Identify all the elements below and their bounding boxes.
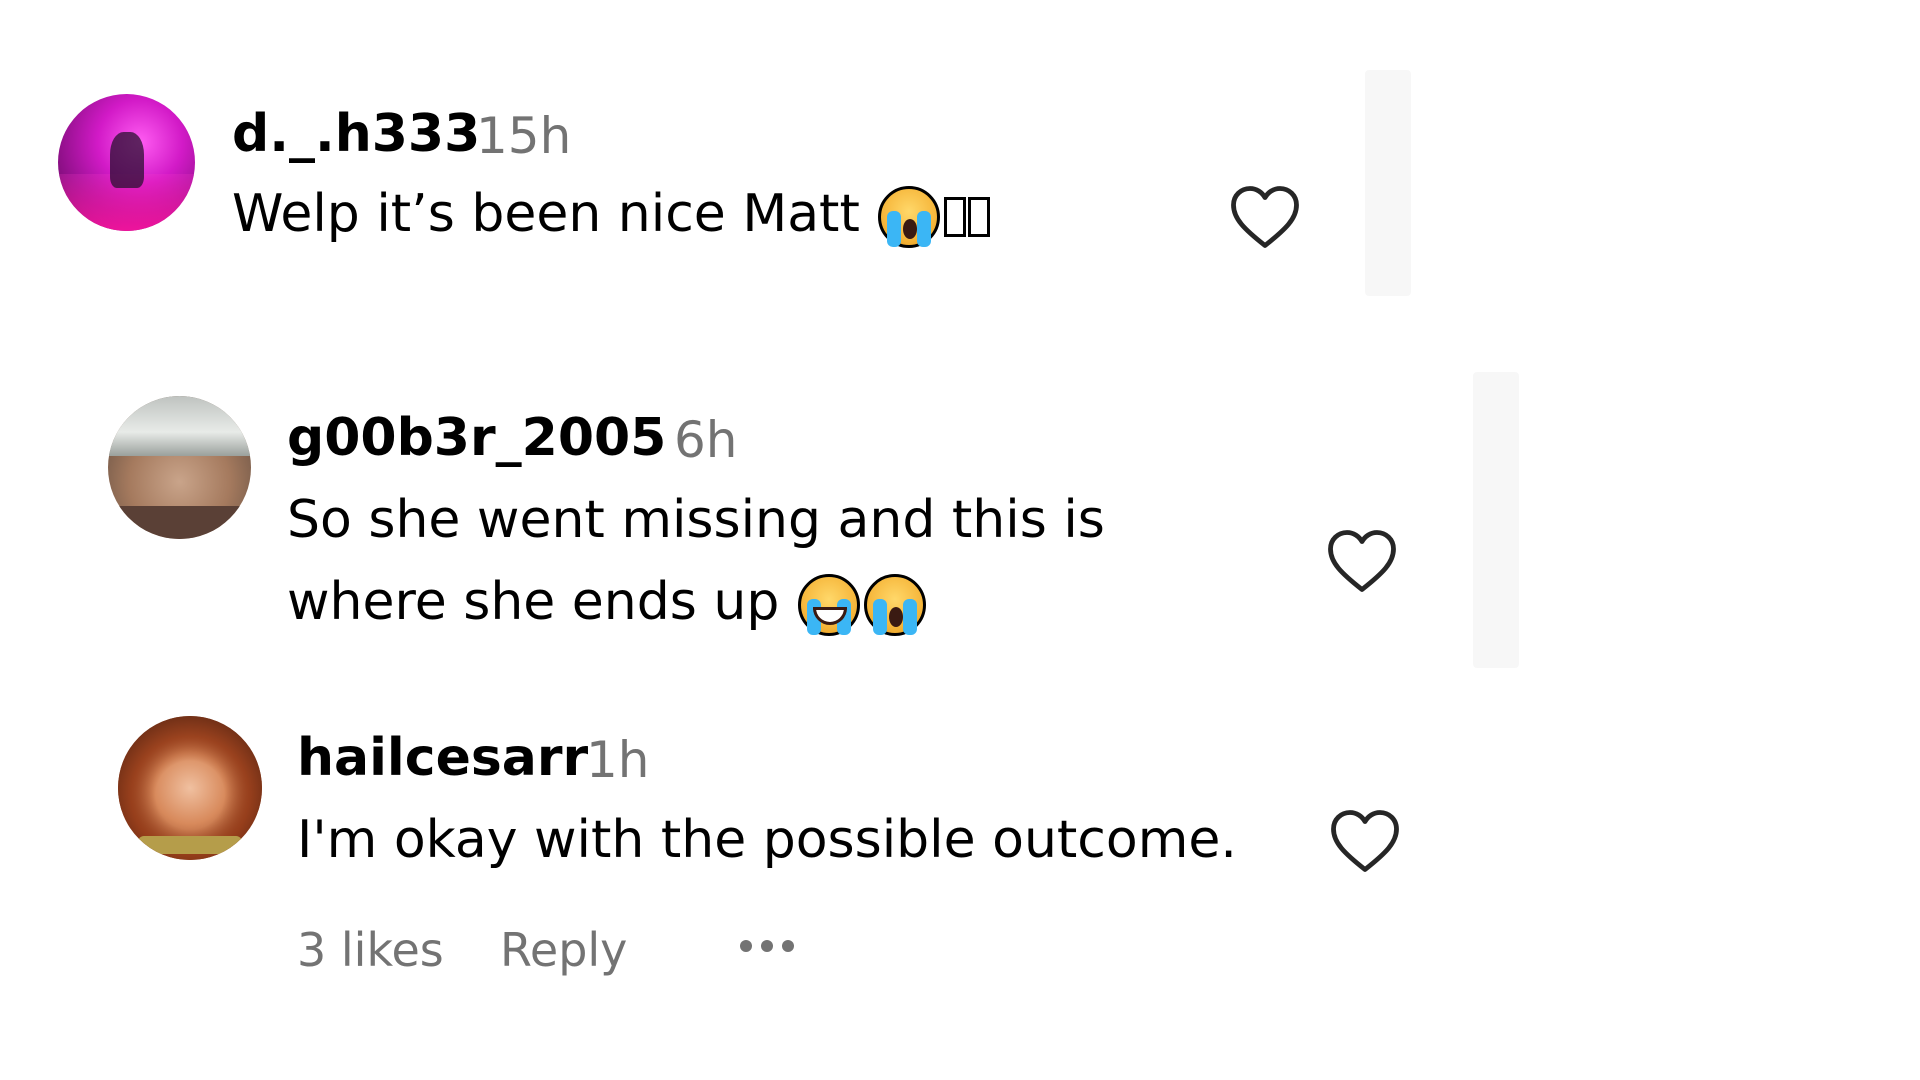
comment-text-line: So she went missing and this is	[287, 490, 1105, 550]
more-options-icon[interactable]	[740, 940, 794, 952]
missing-glyph	[944, 197, 967, 237]
avatar-image-detail	[108, 396, 251, 456]
comment-text-content: where she ends up	[287, 572, 780, 632]
scroll-track	[1473, 372, 1519, 668]
avatar[interactable]	[118, 716, 262, 860]
heart-outline-icon[interactable]	[1329, 808, 1401, 874]
avatar[interactable]	[108, 396, 251, 539]
scroll-track	[1365, 70, 1411, 296]
comment-text: where she ends up	[287, 562, 928, 642]
heart-outline-icon[interactable]	[1229, 184, 1301, 250]
heart-outline-icon[interactable]	[1326, 528, 1398, 594]
comment-username[interactable]: g00b3r_2005	[287, 408, 666, 468]
likes-count[interactable]: 3 likes	[297, 920, 444, 980]
face-with-tears-of-joy-emoji	[797, 574, 860, 636]
missing-glyph	[968, 197, 991, 237]
comment-username[interactable]: hailcesarr	[297, 728, 588, 788]
comment-timestamp[interactable]: 1h	[586, 730, 650, 790]
avatar-image-detail	[110, 132, 144, 188]
reply-button[interactable]: Reply	[500, 920, 627, 980]
comment-text-content: Welp it’s been nice Matt	[232, 184, 860, 244]
avatar-image-detail	[108, 506, 251, 539]
avatar-image-detail	[138, 836, 242, 854]
comment-timestamp[interactable]: 6h	[674, 410, 738, 470]
loudly-crying-face-emoji	[863, 574, 926, 636]
comment-text: I'm okay with the possible outcome.	[297, 810, 1237, 870]
comment-username[interactable]: d._.h333	[232, 104, 480, 164]
comment-text: Welp it’s been nice Matt	[232, 174, 991, 254]
comment-timestamp[interactable]: 15h	[476, 106, 571, 166]
loudly-crying-face-emoji	[878, 186, 941, 248]
avatar[interactable]	[58, 94, 195, 231]
